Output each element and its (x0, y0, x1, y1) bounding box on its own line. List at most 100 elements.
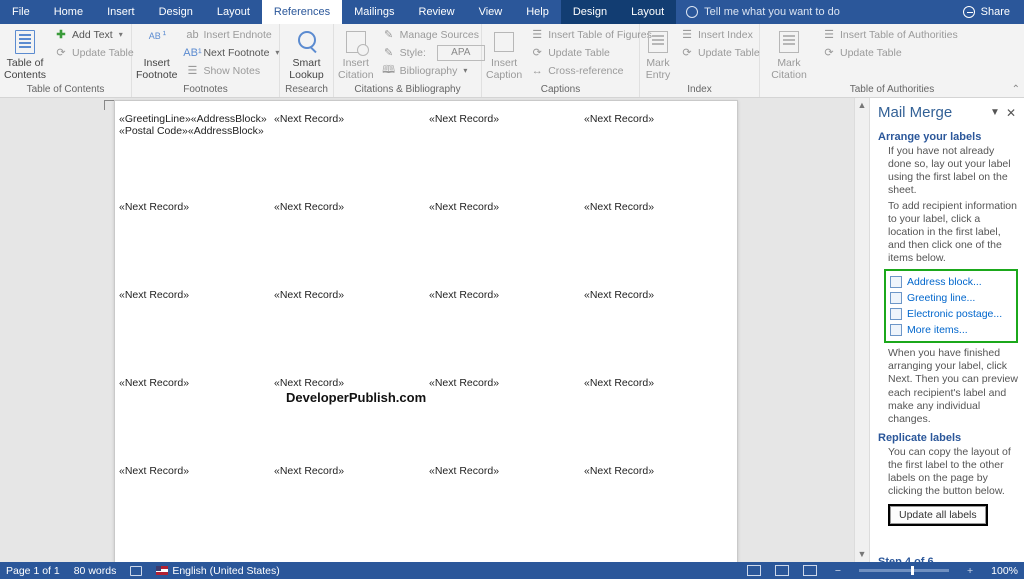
vertical-scrollbar[interactable]: ▲ ▼ (854, 98, 869, 562)
pane-heading-arrange: Arrange your labels (878, 131, 1018, 143)
update-index-button[interactable]: ⟳Update Table (676, 44, 764, 61)
tab-insert[interactable]: Insert (95, 0, 147, 24)
insert-tof-button[interactable]: ☰Insert Table of Figures (526, 26, 656, 43)
style-icon: ✎ (382, 46, 396, 60)
tell-me-placeholder: Tell me what you want to do (704, 6, 840, 18)
tab-file[interactable]: File (0, 0, 42, 24)
label-cell[interactable]: «Next Record» (270, 111, 425, 199)
status-page[interactable]: Page 1 of 1 (6, 565, 60, 577)
view-print-layout[interactable] (775, 565, 789, 576)
tab-table-design[interactable]: Design (561, 0, 619, 24)
toc-button[interactable]: Table of Contents (4, 26, 46, 81)
next-footnote-button[interactable]: AB¹Next Footnote▾ (181, 44, 283, 61)
magnifier-icon (293, 28, 321, 56)
tab-design[interactable]: Design (147, 0, 205, 24)
label-cell[interactable]: «Next Record» (425, 111, 580, 199)
insert-toa-button[interactable]: ☰Insert Table of Authorities (818, 26, 962, 43)
endnote-icon: ab (185, 28, 199, 42)
pane-menu-button[interactable]: ▼ (986, 107, 1004, 118)
mark-citation-button[interactable]: Mark Citation (764, 26, 814, 81)
add-text-button[interactable]: ✚Add Text▾ (50, 26, 138, 43)
label-cell[interactable]: «Next Record» (580, 111, 735, 199)
label-cell[interactable]: «Next Record» (425, 287, 580, 375)
index-icon: ☰ (680, 28, 694, 42)
label-cell[interactable]: «Next Record» (270, 199, 425, 287)
group-toc: Table of Contents ✚Add Text▾ ⟳Update Tab… (0, 24, 132, 97)
merge-fields-group: Address block... Greeting line... Electr… (884, 269, 1018, 343)
label-cell[interactable]: «Next Record» (425, 375, 580, 463)
zoom-in-button[interactable]: + (963, 565, 977, 577)
pane-close-button[interactable]: ✕ (1004, 106, 1018, 120)
smart-lookup-button[interactable]: Smart Lookup (284, 26, 329, 81)
insert-endnote-button[interactable]: abInsert Endnote (181, 26, 283, 43)
tab-mailings[interactable]: Mailings (342, 0, 406, 24)
more-items-icon (890, 324, 902, 336)
bibliography-button[interactable]: 🕮Bibliography▾ (378, 62, 489, 79)
table-move-handle[interactable] (104, 100, 114, 110)
view-web-layout[interactable] (803, 565, 817, 576)
status-word-count[interactable]: 80 words (74, 565, 117, 577)
label-cell[interactable]: «Next Record» (115, 463, 270, 551)
zoom-slider[interactable] (859, 569, 949, 572)
group-label-research: Research (280, 83, 333, 97)
label-cell[interactable]: «Next Record» (580, 199, 735, 287)
insert-footnote-button[interactable]: Insert Footnote (136, 26, 177, 81)
label-cell[interactable]: «Next Record» (425, 199, 580, 287)
page: «GreetingLine»«AddressBlock» «Postal Cod… (114, 100, 738, 562)
toc-label: Table of Contents (4, 58, 46, 81)
collapse-ribbon-button[interactable]: ⌃ (1012, 84, 1020, 95)
tab-references[interactable]: References (262, 0, 342, 24)
view-read-mode[interactable] (747, 565, 761, 576)
document-area[interactable]: «GreetingLine»«AddressBlock» «Postal Cod… (0, 98, 854, 562)
tell-me-search[interactable]: Tell me what you want to do (676, 0, 850, 24)
lightbulb-icon (686, 6, 698, 18)
update-toc-button[interactable]: ⟳Update Table (50, 44, 138, 61)
share-button[interactable]: Share (949, 0, 1024, 24)
label-cell[interactable]: «Next Record» (425, 463, 580, 551)
label-cell[interactable]: «Next Record» (115, 287, 270, 375)
update-tof-button[interactable]: ⟳Update Table (526, 44, 656, 61)
manage-sources-icon: ✎ (382, 28, 396, 42)
tab-review[interactable]: Review (407, 0, 467, 24)
update-all-labels-button[interactable]: Update all labels (890, 506, 986, 524)
address-block-link[interactable]: Address block... (888, 274, 1014, 290)
greeting-line-link[interactable]: Greeting line... (888, 290, 1014, 306)
label-cell[interactable]: «Next Record» (580, 375, 735, 463)
cross-reference-button[interactable]: ↔Cross-reference (526, 62, 656, 79)
insert-caption-button[interactable]: Insert Caption (486, 26, 522, 81)
tab-layout[interactable]: Layout (205, 0, 262, 24)
update-toa-button[interactable]: ⟳Update Table (818, 44, 962, 61)
tab-home[interactable]: Home (42, 0, 95, 24)
label-cell[interactable]: «Next Record» (580, 287, 735, 375)
status-proofing[interactable] (130, 566, 142, 576)
insert-citation-button[interactable]: Insert Citation (338, 26, 374, 81)
electronic-postage-link[interactable]: Electronic postage... (888, 306, 1014, 322)
group-label-citations: Citations & Bibliography (334, 83, 481, 97)
label-cell[interactable]: «Next Record» (115, 375, 270, 463)
more-items-link[interactable]: More items... (888, 322, 1014, 338)
tab-view[interactable]: View (467, 0, 515, 24)
refresh-icon: ⟳ (54, 46, 68, 60)
mark-entry-button[interactable]: Mark Entry (644, 26, 672, 81)
status-language[interactable]: English (United States) (156, 565, 279, 577)
label-cell[interactable]: «Next Record» (270, 463, 425, 551)
manage-sources-button[interactable]: ✎Manage Sources (378, 26, 489, 43)
label-cell[interactable]: «Next Record» (270, 287, 425, 375)
mark-entry-icon (644, 28, 672, 56)
tab-table-layout[interactable]: Layout (619, 0, 676, 24)
show-notes-button[interactable]: ☰Show Notes (181, 62, 283, 79)
plus-icon: ✚ (54, 28, 68, 42)
label-cell[interactable]: «GreetingLine»«AddressBlock» «Postal Cod… (115, 111, 270, 199)
label-cell[interactable]: «Next Record» (115, 199, 270, 287)
tab-help[interactable]: Help (514, 0, 561, 24)
pane-heading-replicate: Replicate labels (878, 432, 1018, 444)
scroll-down-button[interactable]: ▼ (855, 547, 869, 562)
label-cell[interactable]: «Next Record» (580, 463, 735, 551)
scroll-up-button[interactable]: ▲ (855, 98, 869, 113)
zoom-level[interactable]: 100% (991, 565, 1018, 577)
label-cell[interactable]: «Next Record» (270, 375, 425, 463)
mail-merge-pane: Mail Merge ▼ ✕ Arrange your labels If yo… (869, 98, 1024, 562)
citation-style-dropdown[interactable]: ✎Style: APA (378, 44, 489, 61)
zoom-out-button[interactable]: − (831, 565, 845, 577)
insert-index-button[interactable]: ☰Insert Index (676, 26, 764, 43)
